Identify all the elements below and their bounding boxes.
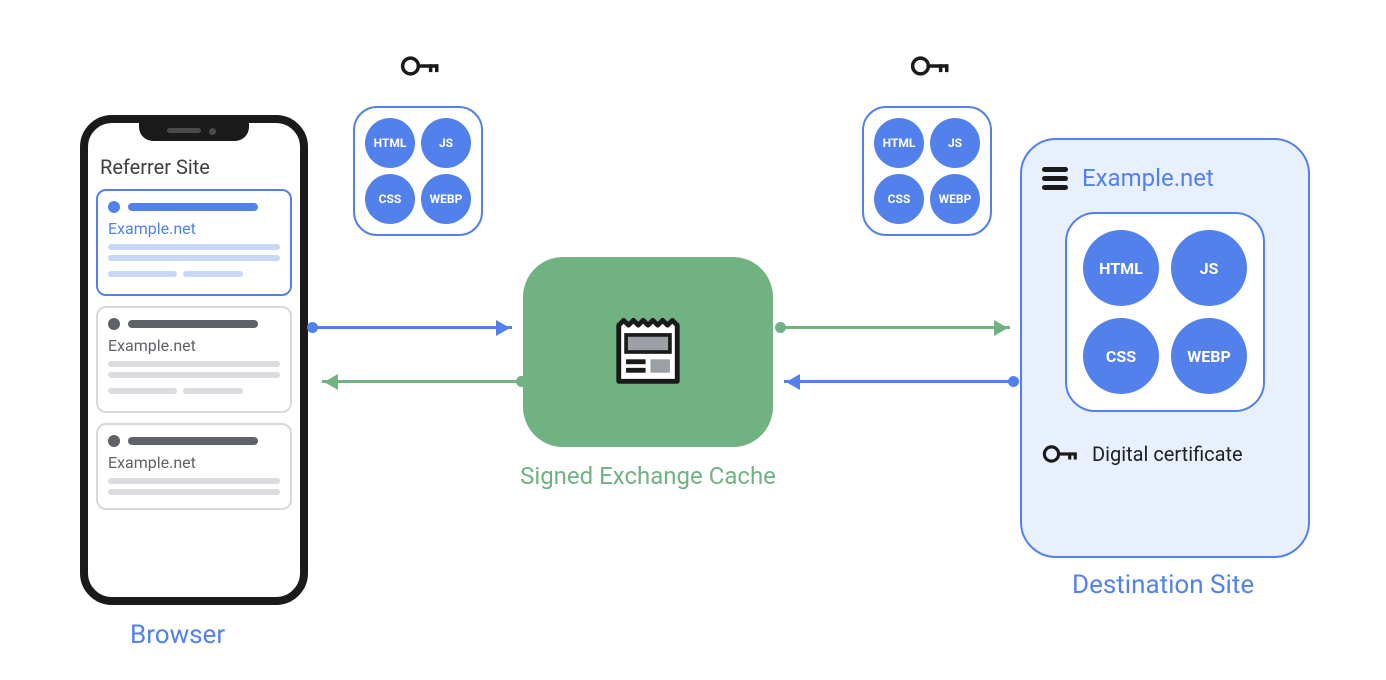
card-text-lines — [108, 244, 280, 286]
asset-badge-css: CSS — [1083, 318, 1159, 394]
asset-badge-html: HTML — [1083, 230, 1159, 306]
asset-badge-js: JS — [930, 118, 980, 168]
key-icon — [1042, 443, 1080, 465]
asset-badge-js: JS — [421, 118, 471, 168]
destination-site-label: Destination Site — [1072, 570, 1254, 600]
arrow-cache-to-browser — [322, 380, 522, 383]
result-card: Example.net — [96, 423, 292, 510]
asset-badge-css: CSS — [874, 174, 924, 224]
browser-phone: Referrer Site Example.net Example.net Ex… — [80, 115, 308, 605]
destination-header: Example.net — [1042, 164, 1288, 192]
asset-badge-js: JS — [1171, 230, 1247, 306]
phone-notch — [139, 119, 249, 141]
asset-badge-webp: WEBP — [1171, 318, 1247, 394]
asset-package-floating: HTML JS CSS WEBP — [353, 106, 483, 236]
card-site-name: Example.net — [108, 336, 280, 355]
card-text-lines — [108, 361, 280, 403]
asset-badge-webp: WEBP — [930, 174, 980, 224]
newspaper-icon — [609, 313, 687, 391]
arrow-cache-to-destination — [780, 326, 1010, 329]
asset-badge-html: HTML — [365, 118, 415, 168]
digital-certificate-label: Digital certificate — [1092, 442, 1243, 466]
key-icon — [910, 54, 952, 78]
card-heading-bar — [128, 203, 258, 211]
result-card: Example.net — [96, 306, 292, 413]
cache-label: Signed Exchange Cache — [520, 460, 776, 492]
arrow-browser-to-cache — [312, 326, 512, 329]
card-accent-dot — [108, 318, 120, 330]
asset-badge-webp: WEBP — [421, 174, 471, 224]
card-heading-bar — [128, 320, 258, 328]
referrer-site-title: Referrer Site — [100, 155, 292, 179]
destination-site: Example.net HTML JS CSS WEBP Digital cer… — [1020, 138, 1310, 558]
digital-certificate: Digital certificate — [1042, 442, 1288, 466]
asset-badge-css: CSS — [365, 174, 415, 224]
asset-package-floating: HTML JS CSS WEBP — [862, 106, 992, 236]
card-site-name: Example.net — [108, 219, 280, 238]
arrow-destination-to-cache — [784, 380, 1014, 383]
result-card-selected: Example.net — [96, 189, 292, 296]
card-site-name: Example.net — [108, 453, 280, 472]
card-heading-bar — [128, 437, 258, 445]
signed-exchange-cache — [523, 257, 773, 447]
asset-badge-html: HTML — [874, 118, 924, 168]
browser-label: Browser — [130, 620, 225, 650]
hamburger-icon — [1042, 167, 1068, 190]
card-accent-dot — [108, 201, 120, 213]
card-text-lines — [108, 478, 280, 495]
destination-asset-package: HTML JS CSS WEBP — [1065, 212, 1265, 412]
card-accent-dot — [108, 435, 120, 447]
key-icon — [400, 54, 442, 78]
destination-title: Example.net — [1082, 164, 1214, 192]
